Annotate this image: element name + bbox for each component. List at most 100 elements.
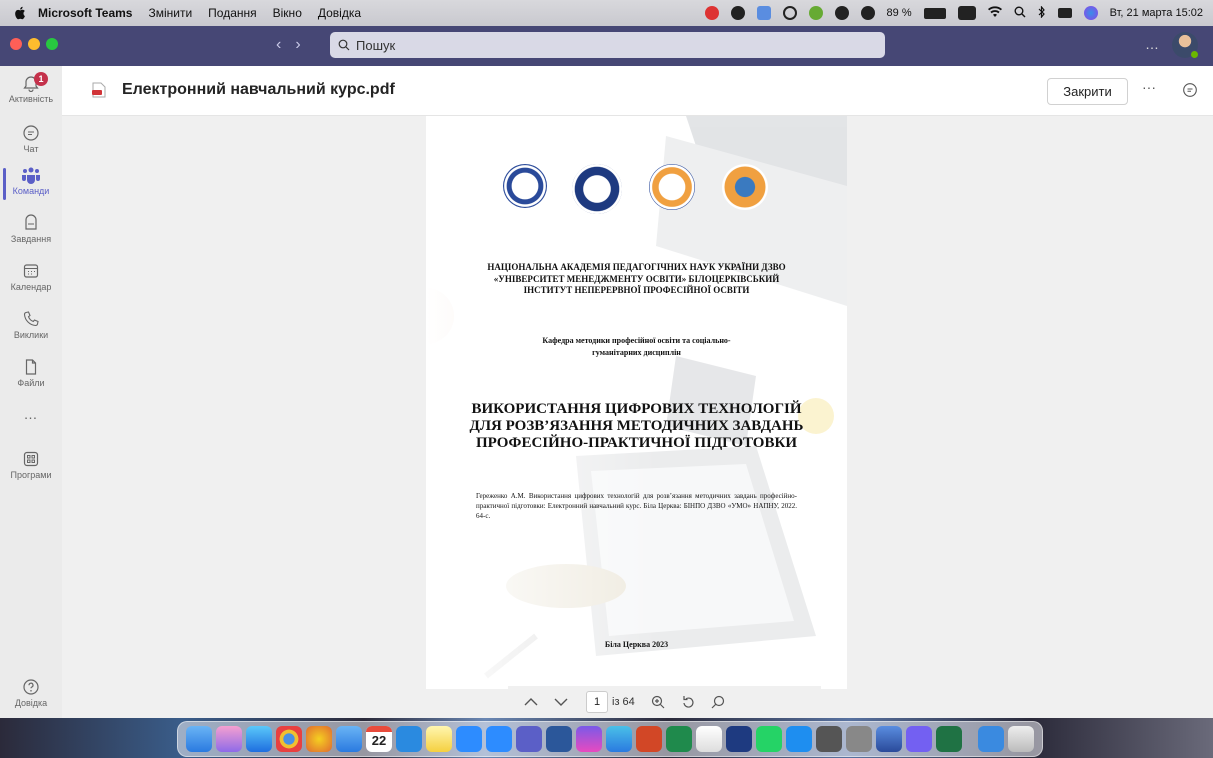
close-button[interactable]: Закрити [1047, 78, 1128, 105]
rail-item-apps[interactable]: Програми [0, 450, 62, 480]
department-heading: Кафедра методики професійної освіти та с… [542, 336, 731, 357]
app-icon[interactable] [726, 726, 752, 752]
viewer-more-button[interactable]: ··· [1142, 79, 1156, 95]
calendar-icon [23, 264, 39, 278]
status-app2-icon[interactable] [808, 6, 823, 20]
trash-icon[interactable] [1008, 726, 1034, 752]
rail-item-files[interactable]: Файли [0, 358, 62, 388]
search-input[interactable]: Пошук [330, 32, 885, 58]
photos-icon[interactable] [306, 726, 332, 752]
rail-label-help: Довідка [14, 698, 48, 708]
maps-app-icon[interactable] [666, 726, 692, 752]
telegram-icon[interactable] [396, 726, 422, 752]
rail-item-help[interactable]: Довідка [0, 678, 62, 708]
more-options-button[interactable]: … [1145, 36, 1159, 52]
keyboard-layout-icon[interactable] [957, 6, 976, 20]
notes-icon[interactable] [426, 726, 452, 752]
chat-icon [23, 125, 39, 141]
window-close-button[interactable] [10, 38, 22, 50]
preview-icon[interactable] [876, 726, 902, 752]
zoom-app-icon[interactable] [486, 726, 512, 752]
avatar[interactable] [1172, 32, 1199, 59]
back-arrow-icon[interactable]: ‹ [276, 36, 295, 53]
rail-item-teams[interactable]: Команди [0, 166, 62, 200]
activity-badge: 1 [34, 72, 48, 86]
status-menu-area: 89 % Вт, 21 марта 15:02 [704, 0, 1203, 26]
menu-item-view[interactable]: Подання [208, 6, 256, 20]
status-app3-icon[interactable] [834, 6, 849, 20]
menu-item-edit[interactable]: Змінити [148, 6, 192, 20]
conversation-icon[interactable] [1182, 82, 1198, 98]
page-number-input[interactable]: 1 [586, 691, 608, 713]
rail-item-chat[interactable]: Чат [0, 124, 62, 154]
mail-icon[interactable] [336, 726, 362, 752]
rail-label-files: Файли [17, 378, 45, 388]
pdf-file-icon [92, 82, 106, 98]
word-icon[interactable] [546, 726, 572, 752]
finder-icon[interactable] [186, 726, 212, 752]
control-center-icon[interactable] [1057, 8, 1072, 18]
rail-more-apps[interactable]: … [0, 406, 62, 422]
powerpoint-icon[interactable] [636, 726, 662, 752]
window-zoom-button[interactable] [46, 38, 58, 50]
viber-dock-icon[interactable] [906, 726, 932, 752]
file-title: Електронний навчальний курс.pdf [122, 81, 395, 98]
phone-icon [23, 311, 39, 327]
menu-item-help[interactable]: Довідка [318, 6, 361, 20]
teams-icon [22, 167, 40, 184]
viber-icon[interactable] [576, 726, 602, 752]
search-icon [338, 39, 350, 51]
rail-item-assignments[interactable]: Завдання [0, 214, 62, 244]
calculator-icon[interactable] [816, 726, 842, 752]
bluetooth-icon[interactable] [1038, 4, 1046, 21]
system-settings-icon[interactable] [846, 726, 872, 752]
zoom-in-icon[interactable] [651, 695, 665, 709]
find-in-document-icon[interactable] [711, 695, 725, 709]
apple-logo-icon[interactable] [14, 6, 26, 20]
calendar-app-icon[interactable]: 22 [366, 726, 392, 752]
teams-title-bar: ‹› Пошук … [0, 26, 1213, 66]
university-emblem-logo [572, 164, 622, 214]
app-store-icon[interactable] [786, 726, 812, 752]
excel-icon[interactable] [936, 726, 962, 752]
freeform-icon[interactable] [606, 726, 632, 752]
launchpad-icon[interactable] [216, 726, 242, 752]
siri-icon[interactable] [1083, 6, 1098, 20]
downloads-folder-icon[interactable] [978, 726, 1004, 752]
viewer-header: Електронний навчальний курс.pdf Закрити … [62, 66, 1213, 116]
pdf-toolbar: 1 із 64 [508, 686, 821, 718]
rail-label-assignments: Завдання [10, 234, 52, 244]
status-window-icon[interactable] [756, 6, 771, 20]
rail-item-calendar[interactable]: Календар [0, 262, 62, 292]
safari-icon[interactable] [246, 726, 272, 752]
menu-clock[interactable]: Вт, 21 марта 15:02 [1110, 7, 1203, 19]
teams-dock-icon[interactable] [516, 726, 542, 752]
previous-page-icon[interactable] [524, 697, 538, 707]
vpn-shield-icon[interactable] [782, 6, 797, 20]
next-page-icon[interactable] [554, 697, 568, 707]
chrome-icon[interactable] [276, 726, 302, 752]
presence-available-icon [1190, 50, 1199, 59]
spotlight-search-icon[interactable] [1014, 6, 1026, 21]
rail-item-calls[interactable]: Виклики [0, 310, 62, 340]
whatsapp-icon[interactable] [756, 726, 782, 752]
menu-app-name[interactable]: Microsoft Teams [38, 6, 132, 20]
forward-arrow-icon[interactable]: › [295, 36, 314, 53]
menu-item-window[interactable]: Вікно [273, 6, 302, 20]
institution-heading: НАЦІОНАЛЬНА АКАДЕМІЯ ПЕДАГОГІЧНИХ НАУК У… [487, 262, 786, 295]
zoom-icon[interactable] [456, 726, 482, 752]
rotate-icon[interactable] [681, 695, 695, 709]
wifi-icon[interactable] [987, 5, 1002, 21]
department-emblem-logo [722, 164, 768, 210]
textedit-icon[interactable] [696, 726, 722, 752]
status-shield-icon[interactable] [730, 6, 745, 20]
window-minimize-button[interactable] [28, 38, 40, 50]
battery-percent[interactable]: 89 % [887, 7, 912, 19]
status-app-icon[interactable] [704, 6, 719, 20]
pdf-page: НАЦІОНАЛЬНА АКАДЕМІЯ ПЕДАГОГІЧНИХ НАУК У… [426, 116, 847, 689]
help-icon [23, 679, 39, 695]
status-app4-icon[interactable] [860, 6, 875, 20]
rail-item-activity[interactable]: 1 Активність [0, 72, 62, 104]
battery-icon[interactable] [923, 7, 946, 19]
macos-menu-bar: Microsoft Teams Змінити Подання Вікно До… [0, 0, 1213, 26]
